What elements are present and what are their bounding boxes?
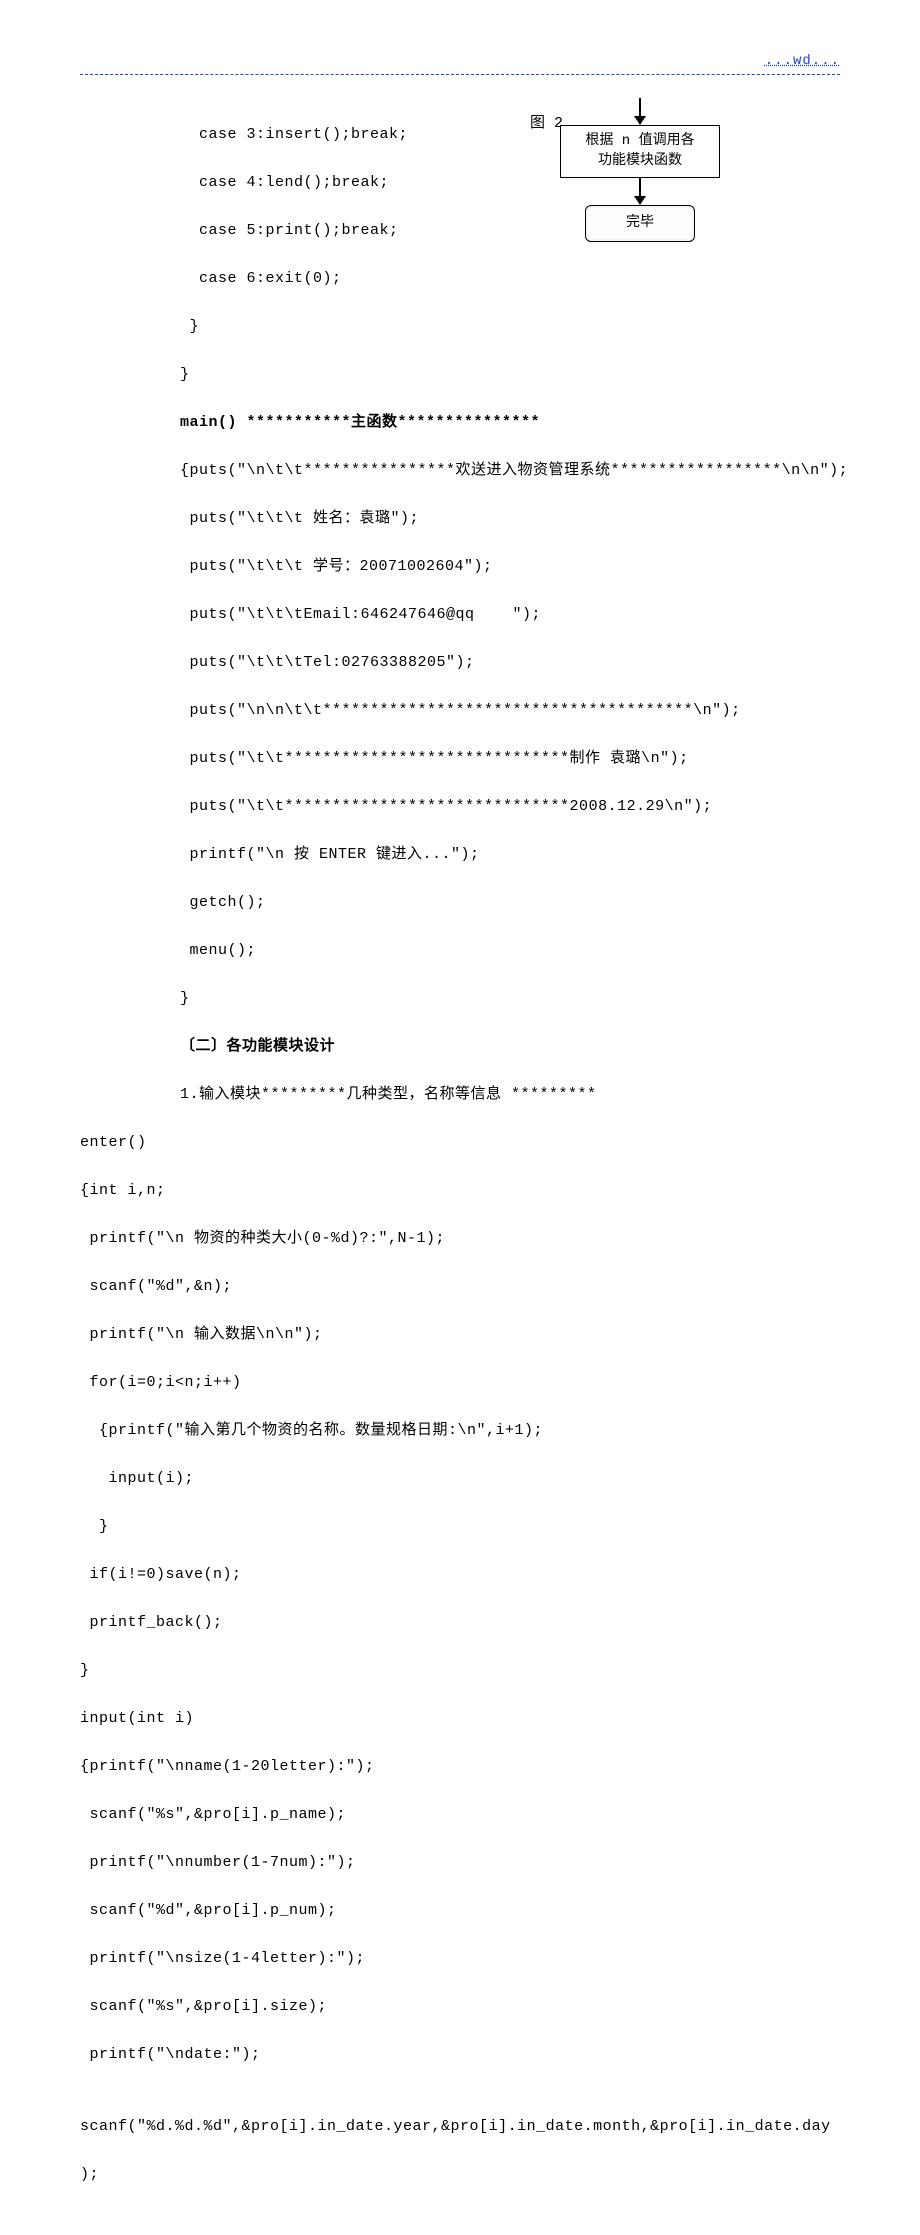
code-block: case 3:insert();break; case 4:lend();bre… (80, 99, 840, 2235)
flowchart-box-end: 完毕 (585, 205, 695, 241)
code-line: printf("\n 输入数据\n\n"); (80, 1323, 840, 1347)
code-line: getch(); (80, 891, 840, 915)
arrow-stem (639, 178, 641, 196)
code-line: {puts("\n\t\t****************欢送进入物资管理系统*… (80, 459, 840, 483)
code-line: input(i); (80, 1467, 840, 1491)
code-line: puts("\t\t\t 姓名：袁璐"); (80, 507, 840, 531)
code-line: } (80, 315, 840, 339)
code-line: input(int i) (80, 1707, 840, 1731)
page: ...wd... 图 2 根据 n 值调用各 功能模块函数 完毕 case 3:… (0, 0, 920, 2235)
code-line: } (80, 363, 840, 387)
code-line: {int i,n; (80, 1179, 840, 1203)
page-header: ...wd... (80, 50, 840, 75)
code-line: puts("\t\t\tTel:02763388205"); (80, 651, 840, 675)
code-line: puts("\t\t\t 学号：20071002604"); (80, 555, 840, 579)
code-line: puts("\t\t******************************… (80, 795, 840, 819)
code-line: {printf("输入第几个物资的名称。数量规格日期:\n",i+1); (80, 1419, 840, 1443)
code-line: scanf("%d.%d.%d",&pro[i].in_date.year,&p… (80, 2115, 840, 2139)
code-line: if(i!=0)save(n); (80, 1563, 840, 1587)
code-line: ); (80, 2163, 840, 2187)
code-line: printf("\n 物资的种类大小(0-%d)?:",N-1); (80, 1227, 840, 1251)
code-line: scanf("%d",&pro[i].p_num); (80, 1899, 840, 1923)
flowchart-box-call: 根据 n 值调用各 功能模块函数 (560, 125, 720, 178)
code-line: printf("\nsize(1-4letter):"); (80, 1947, 840, 1971)
code-line: puts("\t\t\tEmail:646247646@qq "); (80, 603, 840, 627)
code-line: for(i=0;i<n;i++) (80, 1371, 840, 1395)
section-heading: 〔二〕各功能模块设计 (80, 1035, 840, 1059)
code-line: scanf("%s",&pro[i].size); (80, 1995, 840, 2019)
code-line: printf("\n 按 ENTER 键进入..."); (80, 843, 840, 867)
code-line: } (80, 987, 840, 1011)
box-text: 根据 n 值调用各 (565, 132, 715, 152)
box-text: 功能模块函数 (565, 152, 715, 172)
arrow-stem (639, 98, 641, 116)
code-line-main-header: main() ***********主函数*************** (80, 411, 840, 435)
code-line: 1.输入模块*********几种类型，名称等信息 ********* (80, 1083, 840, 1107)
code-line: } (80, 1659, 840, 1683)
code-line: printf_back(); (80, 1611, 840, 1635)
code-line: scanf("%d",&n); (80, 1275, 840, 1299)
code-line: menu(); (80, 939, 840, 963)
code-line: case 6:exit(0); (80, 267, 840, 291)
code-line: printf("\nnumber(1-7num):"); (80, 1851, 840, 1875)
code-line: scanf("%s",&pro[i].p_name); (80, 1803, 840, 1827)
arrow-down-icon (634, 116, 646, 125)
code-line: } (80, 1515, 840, 1539)
code-line: printf("\ndate:"); (80, 2043, 840, 2067)
code-line: enter() (80, 1131, 840, 1155)
code-line: puts("\t\t******************************… (80, 747, 840, 771)
arrow-down-icon (634, 196, 646, 205)
code-line: puts("\n\n\t\t**************************… (80, 699, 840, 723)
code-line: {printf("\nname(1-20letter):"); (80, 1755, 840, 1779)
flowchart-diagram: 根据 n 值调用各 功能模块函数 完毕 (540, 98, 740, 242)
